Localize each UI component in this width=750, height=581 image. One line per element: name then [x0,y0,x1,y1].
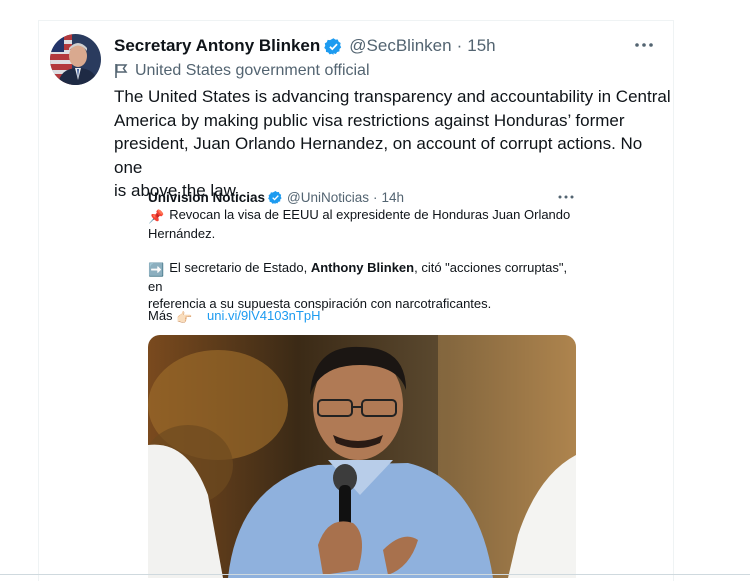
tweet-time[interactable]: 15h [467,36,495,56]
quoted-blank-line [148,242,578,259]
pointing-hand-icon: 👉🏻 [176,310,193,325]
quoted-more-row: Más 👉🏻 uni.vi/9lV4103nTpH [148,307,320,326]
more-options-icon[interactable] [633,36,655,54]
quoted-tweet-text: 📌 Revocan la visa de EEUU al expresidente… [148,206,578,312]
bottom-divider [0,574,750,575]
tweet-header: Secretary Antony Blinken @SecBlinken · 1… [114,34,496,58]
quoted-line-1: 📌 Revocan la visa de EEUU al expresidente… [148,206,578,225]
quoted-separator-dot: · [373,189,378,205]
affiliation-label[interactable]: United States government official [114,60,370,82]
quoted-line-3: ➡️ El secretario de Estado, Anthony Blink… [148,259,578,295]
author-handle[interactable]: @SecBlinken [349,36,451,56]
tweet-text: The United States is advancing transpare… [114,87,671,200]
quoted-bold-name: Anthony Blinken [310,260,415,275]
mas-label: Más [148,308,173,323]
separator-dot: · [456,36,463,55]
avatar[interactable] [50,34,101,85]
quoted-verified-badge-icon [268,190,282,204]
quoted-line-1-text: Revocan la visa de EEUU al expresidente … [169,207,571,222]
quoted-photo[interactable] [148,335,576,578]
quoted-tweet-header: Univision Noticias @UniNoticias · 14h [148,187,404,207]
author-name[interactable]: Secretary Antony Blinken [114,36,320,56]
pushpin-icon: 📌 [148,209,165,224]
verified-badge-icon [324,37,342,55]
quoted-link[interactable]: uni.vi/9lV4103nTpH [207,308,320,323]
affiliation-text: United States government official [135,62,370,79]
quoted-author-name[interactable]: Univision Noticias [148,190,265,205]
quoted-author-handle[interactable]: @UniNoticias [287,190,369,205]
quoted-more-options-icon[interactable] [557,190,575,204]
quoted-tweet-time[interactable]: 14h [382,190,405,205]
right-arrow-icon: ➡️ [148,262,165,277]
quoted-line-2: Hernández. [148,226,216,241]
quoted-line-3a: El secretario de Estado, [169,260,311,275]
government-flag-icon [115,64,128,78]
